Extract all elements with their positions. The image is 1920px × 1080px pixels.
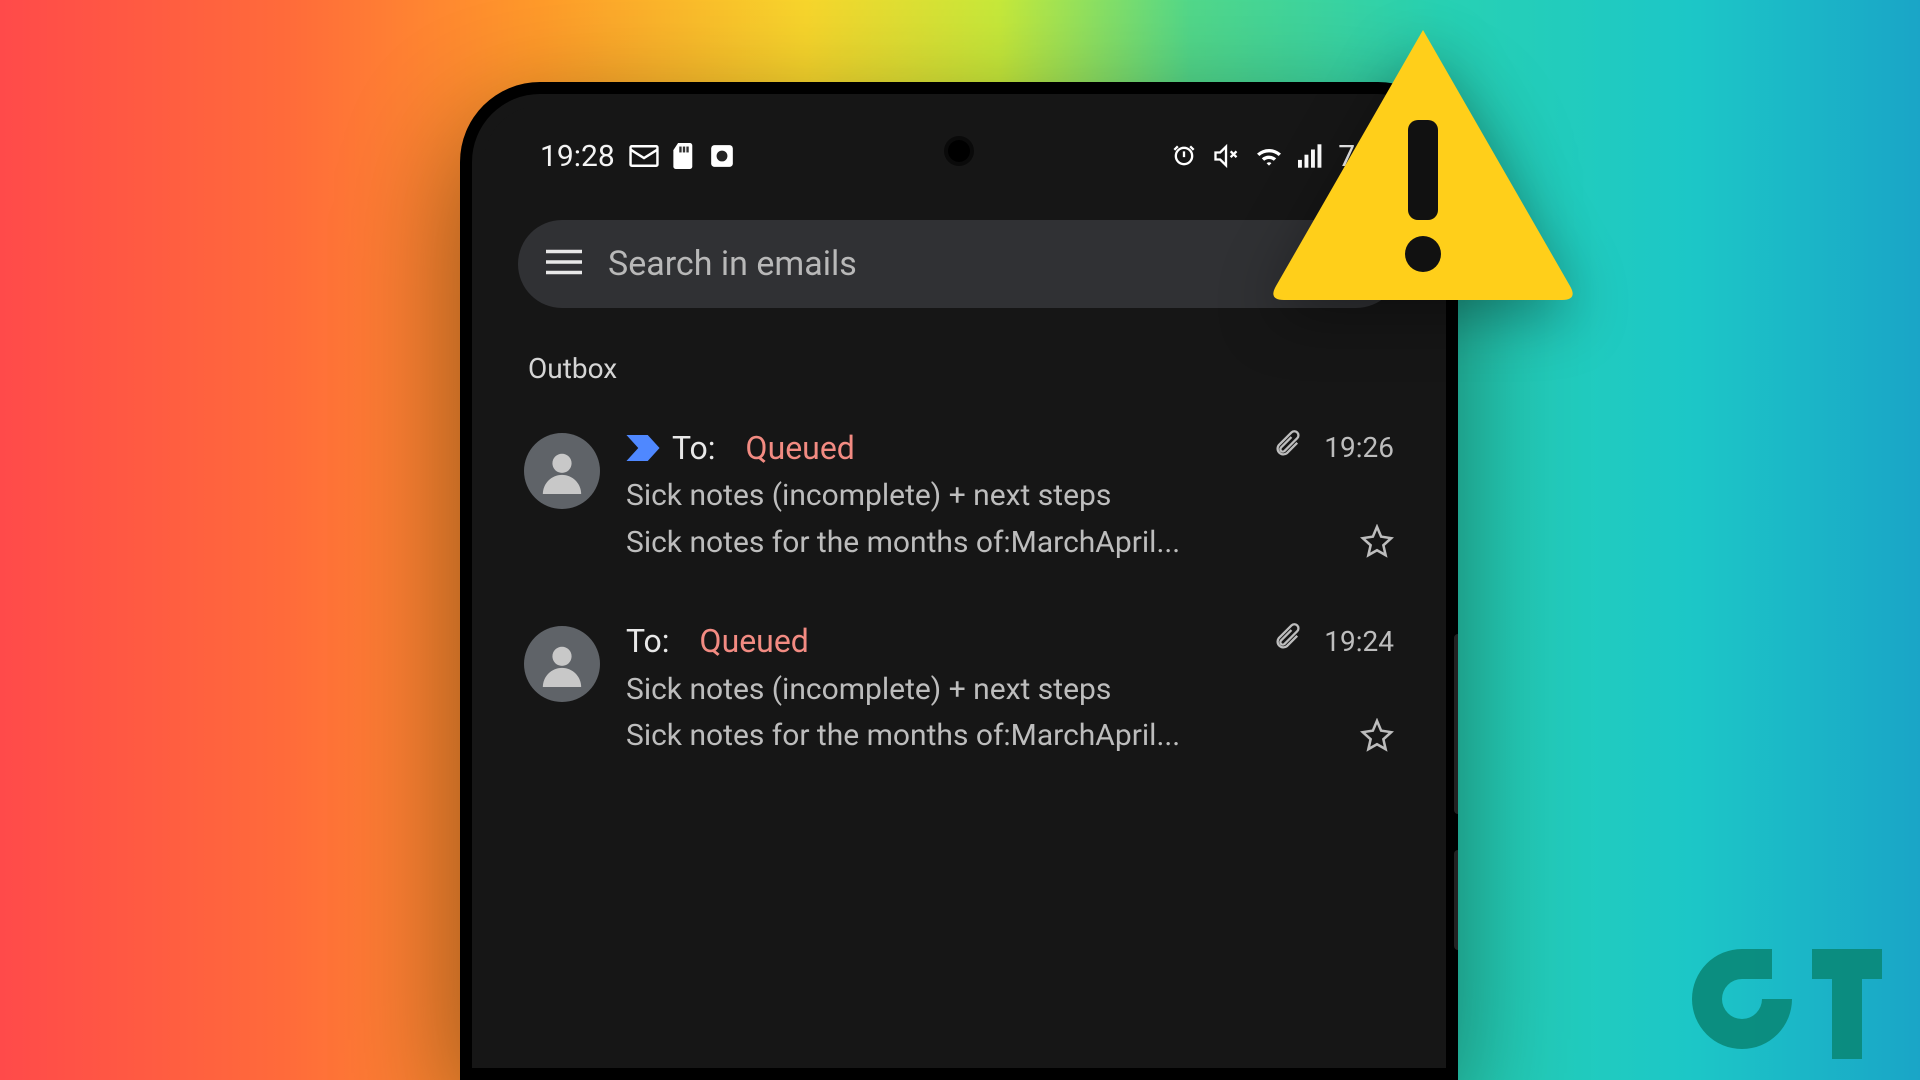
gt-watermark-logo bbox=[1692, 934, 1892, 1064]
email-preview: Sick notes for the months of:MarchApril.… bbox=[626, 713, 1344, 760]
star-icon[interactable] bbox=[1360, 718, 1394, 756]
queued-status: Queued bbox=[746, 429, 855, 467]
sd-card-icon bbox=[673, 143, 695, 169]
rainbow-background: 19:28 bbox=[0, 0, 1920, 1080]
app-notification-icon bbox=[709, 143, 735, 169]
important-marker-icon[interactable] bbox=[626, 435, 660, 461]
email-timestamp: 19:26 bbox=[1324, 431, 1394, 465]
email-subject: Sick notes (incomplete) + next steps bbox=[626, 473, 1394, 520]
contact-avatar bbox=[524, 433, 600, 509]
punch-hole-camera bbox=[948, 140, 970, 162]
attachment-icon bbox=[1274, 429, 1302, 467]
alarm-icon bbox=[1170, 142, 1198, 170]
folder-label: Outbox bbox=[484, 308, 1434, 395]
hamburger-menu-icon[interactable] bbox=[546, 248, 582, 280]
attachment-icon bbox=[1274, 622, 1302, 660]
email-preview: Sick notes for the months of:MarchApril.… bbox=[626, 520, 1344, 567]
queued-status: Queued bbox=[700, 622, 809, 660]
email-timestamp: 19:24 bbox=[1324, 625, 1394, 659]
email-list: To: Queued 19:26 Sick notes (incomplete)… bbox=[484, 395, 1434, 782]
email-subject: Sick notes (incomplete) + next steps bbox=[626, 667, 1394, 714]
power-button bbox=[1454, 850, 1458, 950]
contact-avatar bbox=[524, 626, 600, 702]
email-row[interactable]: To: Queued 19:24 Sick notes (incomplete)… bbox=[518, 588, 1400, 781]
gmail-notification-icon bbox=[629, 145, 659, 167]
warning-triangle-icon bbox=[1268, 22, 1578, 302]
mute-icon bbox=[1212, 142, 1240, 170]
search-placeholder: Search in emails bbox=[608, 244, 1296, 284]
recipient-label: To: bbox=[626, 622, 670, 660]
email-row[interactable]: To: Queued 19:26 Sick notes (incomplete)… bbox=[518, 395, 1400, 588]
volume-button bbox=[1454, 634, 1458, 814]
status-time: 19:28 bbox=[540, 139, 615, 174]
recipient-label: To: bbox=[672, 429, 716, 467]
star-icon[interactable] bbox=[1360, 524, 1394, 562]
